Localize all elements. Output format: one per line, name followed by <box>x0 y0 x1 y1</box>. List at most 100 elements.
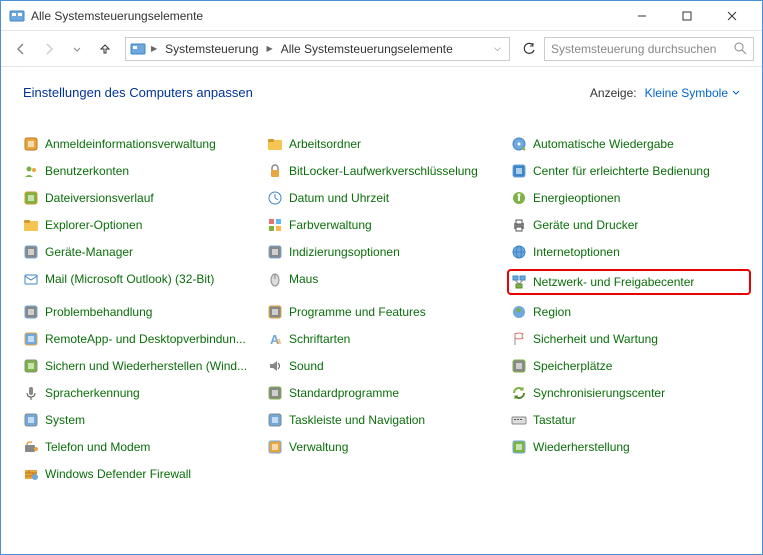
maximize-button[interactable] <box>664 2 709 30</box>
flag-icon <box>511 331 527 347</box>
item-label: Wiederherstellung <box>533 440 630 454</box>
access-icon <box>511 163 527 179</box>
control-panel-item[interactable]: Datum und Uhrzeit <box>267 188 507 208</box>
sound-icon <box>267 358 283 374</box>
firewall-icon <box>23 466 39 482</box>
item-label: Geräte-Manager <box>45 245 133 259</box>
window-title: Alle Systemsteuerungselemente <box>31 9 619 23</box>
control-panel-item[interactable]: Sichern und Wiederherstellen (Wind... <box>23 356 263 376</box>
control-panel-item[interactable]: Windows Defender Firewall <box>23 464 263 484</box>
item-label: Region <box>533 305 571 319</box>
control-panel-item[interactable]: Verwaltung <box>267 437 507 457</box>
globe-icon <box>511 244 527 260</box>
control-panel-item[interactable]: Wiederherstellung <box>511 437 751 457</box>
control-panel-item[interactable]: RemoteApp- und Desktopverbindun... <box>23 329 263 349</box>
item-label: Benutzerkonten <box>45 164 129 178</box>
items-grid: Anmeldeinformationsverwaltung Arbeitsordn… <box>23 134 740 484</box>
admin-icon <box>267 439 283 455</box>
chevron-right-icon[interactable]: ▶ <box>150 44 158 53</box>
navigation-toolbar: ▶ Systemsteuerung ▶ Alle Systemsteuerung… <box>1 31 762 67</box>
control-panel-item[interactable]: Programme und Features <box>267 302 507 322</box>
item-label: Automatische Wiedergabe <box>533 137 674 151</box>
control-panel-item[interactable]: Aa Schriftarten <box>267 329 507 349</box>
control-panel-item[interactable]: Speicherplätze <box>511 356 751 376</box>
svg-text:a: a <box>276 336 281 346</box>
control-panel-item[interactable]: Geräte und Drucker <box>511 215 751 235</box>
folder-icon <box>267 136 283 152</box>
control-panel-item[interactable]: Region <box>511 302 751 322</box>
control-panel-item[interactable]: Benutzerkonten <box>23 161 263 181</box>
control-panel-item[interactable]: Internetoptionen <box>511 242 751 262</box>
view-dropdown[interactable]: Kleine Symbole <box>645 86 740 100</box>
item-label: Mail (Microsoft Outlook) (32-Bit) <box>45 272 214 286</box>
chevron-right-icon[interactable]: ▶ <box>266 44 274 53</box>
sync-icon <box>511 385 527 401</box>
mic-icon <box>23 385 39 401</box>
back-button[interactable] <box>9 37 33 61</box>
search-input[interactable] <box>551 42 730 56</box>
item-label: Schriftarten <box>289 332 350 346</box>
control-panel-item[interactable]: Center für erleichterte Bedienung <box>511 161 751 181</box>
control-panel-icon <box>130 41 146 57</box>
item-label: System <box>45 413 85 427</box>
lock-icon <box>267 163 283 179</box>
control-panel-item[interactable]: System <box>23 410 263 430</box>
control-panel-item[interactable]: Problembehandlung <box>23 302 263 322</box>
item-label: Synchronisierungscenter <box>533 386 665 400</box>
minimize-button[interactable] <box>619 2 664 30</box>
users-icon <box>23 163 39 179</box>
item-label: Farbverwaltung <box>289 218 372 232</box>
recent-dropdown[interactable] <box>65 37 89 61</box>
control-panel-item[interactable]: Netzwerk- und Freigabecenter <box>507 269 751 295</box>
control-panel-item[interactable]: Maus <box>267 269 507 289</box>
control-panel-item[interactable]: Explorer-Optionen <box>23 215 263 235</box>
item-label: Dateiversionsverlauf <box>45 191 154 205</box>
control-panel-item[interactable]: Mail (Microsoft Outlook) (32-Bit) <box>23 269 263 289</box>
printer-icon <box>511 217 527 233</box>
control-panel-item[interactable]: Sound <box>267 356 507 376</box>
item-label: Problembehandlung <box>45 305 152 319</box>
control-panel-item[interactable]: Energieoptionen <box>511 188 751 208</box>
up-button[interactable] <box>93 37 117 61</box>
clock-icon <box>267 190 283 206</box>
search-box[interactable] <box>544 37 754 61</box>
control-panel-item[interactable]: Arbeitsordner <box>267 134 507 154</box>
control-panel-item[interactable]: Automatische Wiedergabe <box>511 134 751 154</box>
control-panel-item[interactable]: Dateiversionsverlauf <box>23 188 263 208</box>
breadcrumb-root[interactable]: Systemsteuerung <box>162 42 261 56</box>
item-label: Speicherplätze <box>533 359 612 373</box>
fonts-icon: Aa <box>267 331 283 347</box>
breadcrumb-current[interactable]: Alle Systemsteuerungselemente <box>278 42 456 56</box>
phone-icon <box>23 439 39 455</box>
close-button[interactable] <box>709 2 754 30</box>
control-panel-item[interactable]: Sicherheit und Wartung <box>511 329 751 349</box>
item-label: Windows Defender Firewall <box>45 467 191 481</box>
item-label: Arbeitsordner <box>289 137 361 151</box>
control-panel-item[interactable]: Geräte-Manager <box>23 242 263 262</box>
item-label: Verwaltung <box>289 440 348 454</box>
safe-icon <box>23 136 39 152</box>
forward-button[interactable] <box>37 37 61 61</box>
item-label: Indizierungsoptionen <box>289 245 400 259</box>
control-panel-item[interactable]: Taskleiste und Navigation <box>267 410 507 430</box>
control-panel-item[interactable]: BitLocker-Laufwerkverschlüsselung <box>267 161 507 181</box>
control-panel-item[interactable]: Farbverwaltung <box>267 215 507 235</box>
device-icon <box>23 244 39 260</box>
item-label: Energieoptionen <box>533 191 620 205</box>
folder-icon <box>23 217 39 233</box>
recovery-icon <box>511 439 527 455</box>
control-panel-item[interactable]: Anmeldeinformationsverwaltung <box>23 134 263 154</box>
control-panel-item[interactable]: Telefon und Modem <box>23 437 263 457</box>
keyboard-icon <box>511 412 527 428</box>
control-panel-item[interactable]: Spracherkennung <box>23 383 263 403</box>
address-dropdown[interactable]: ⌵ <box>490 43 505 54</box>
address-bar[interactable]: ▶ Systemsteuerung ▶ Alle Systemsteuerung… <box>125 37 510 61</box>
control-panel-item[interactable]: Indizierungsoptionen <box>267 242 507 262</box>
control-panel-item[interactable]: Tastatur <box>511 410 751 430</box>
control-panel-item[interactable]: Standardprogramme <box>267 383 507 403</box>
refresh-button[interactable] <box>518 38 540 60</box>
power-icon <box>511 190 527 206</box>
control-panel-item[interactable]: Synchronisierungscenter <box>511 383 751 403</box>
item-label: Sichern und Wiederherstellen (Wind... <box>45 359 247 373</box>
item-label: Spracherkennung <box>45 386 140 400</box>
